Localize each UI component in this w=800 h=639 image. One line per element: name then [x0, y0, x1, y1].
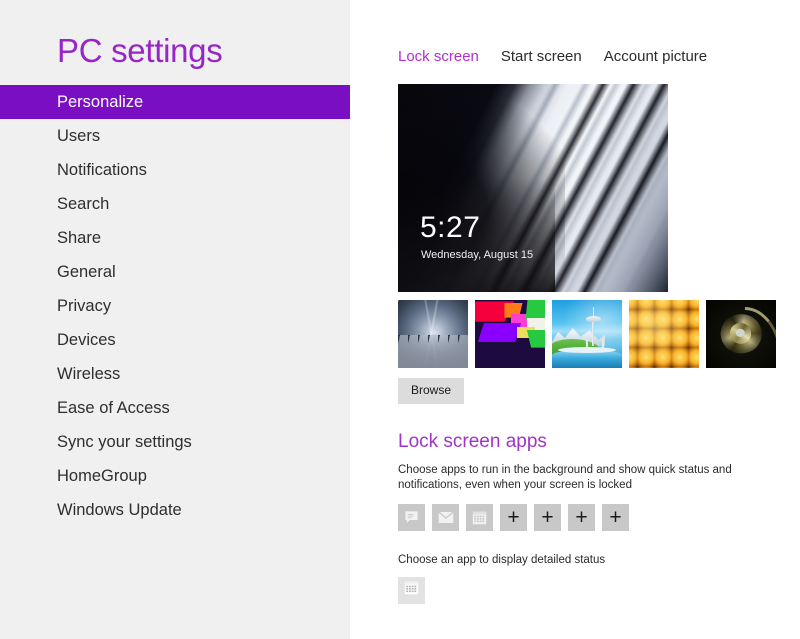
add-lock-app-button-1[interactable]: + [500, 504, 527, 531]
sidebar-item-sync-your-settings[interactable]: Sync your settings [0, 425, 350, 459]
messaging-icon [404, 510, 419, 525]
tab-bar: Lock screen Start screen Account picture [350, 0, 800, 66]
lock-screen-date: Wednesday, August 15 [421, 249, 534, 261]
tab-start-screen[interactable]: Start screen [501, 48, 582, 66]
sidebar: PC settings Personalize Users Notificati… [0, 0, 350, 639]
lock-screen-preview: 5:27 Wednesday, August 15 [398, 84, 668, 292]
plus-icon: + [541, 506, 554, 529]
lock-screen-apps-description: Choose apps to run in the background and… [398, 464, 732, 491]
sidebar-item-share[interactable]: Share [0, 221, 350, 255]
wallpaper-thumb-nautilus-shell[interactable] [706, 300, 776, 368]
sidebar-item-users[interactable]: Users [0, 119, 350, 153]
wallpaper-thumbnail-list [398, 300, 800, 368]
sidebar-item-notifications[interactable]: Notifications [0, 153, 350, 187]
calendar-icon [404, 581, 419, 600]
plus-icon: + [609, 506, 622, 529]
tab-lock-screen[interactable]: Lock screen [398, 48, 479, 66]
wallpaper-thumb-honeycomb[interactable] [629, 300, 699, 368]
mail-icon [437, 511, 454, 524]
detailed-status-row [398, 577, 800, 604]
sidebar-item-privacy[interactable]: Privacy [0, 289, 350, 323]
calendar-icon [472, 511, 487, 525]
lock-app-calendar[interactable] [466, 504, 493, 531]
lock-screen-apps-row: + + + + [398, 504, 800, 531]
wallpaper-thumb-escalator-tunnel[interactable] [398, 300, 468, 368]
plus-icon: + [575, 506, 588, 529]
lock-app-mail[interactable] [432, 504, 459, 531]
sidebar-item-devices[interactable]: Devices [0, 323, 350, 357]
tab-account-picture[interactable]: Account picture [604, 48, 707, 66]
sidebar-item-general[interactable]: General [0, 255, 350, 289]
pc-settings-window: PC settings Personalize Users Notificati… [0, 0, 800, 639]
lock-screen-preview-wrapper: 5:27 Wednesday, August 15 [398, 84, 800, 292]
sidebar-item-ease-of-access[interactable]: Ease of Access [0, 391, 350, 425]
add-lock-app-button-2[interactable]: + [534, 504, 561, 531]
detailed-status-app-calendar[interactable] [398, 577, 425, 604]
main-content: Lock screen Start screen Account picture… [350, 0, 800, 639]
sidebar-nav-list: Personalize Users Notifications Search S… [0, 85, 350, 527]
lock-screen-apps-heading: Lock screen apps [398, 431, 547, 452]
detailed-status-label: Choose an app to display detailed status [398, 554, 606, 566]
lock-app-messaging[interactable] [398, 504, 425, 531]
sidebar-item-wireless[interactable]: Wireless [0, 357, 350, 391]
add-lock-app-button-4[interactable]: + [602, 504, 629, 531]
sidebar-item-windows-update[interactable]: Windows Update [0, 493, 350, 527]
plus-icon: + [507, 506, 520, 529]
sidebar-item-personalize[interactable]: Personalize [0, 85, 350, 119]
add-lock-app-button-3[interactable]: + [568, 504, 595, 531]
sidebar-item-search[interactable]: Search [0, 187, 350, 221]
browse-button[interactable]: Browse [398, 378, 465, 404]
wallpaper-thumb-abstract-geometric[interactable] [475, 300, 545, 368]
page-title: PC settings [57, 32, 223, 69]
sidebar-item-homegroup[interactable]: HomeGroup [0, 459, 350, 493]
lock-screen-time: 5:27 [420, 211, 481, 244]
wallpaper-thumb-space-needle[interactable] [552, 300, 622, 368]
